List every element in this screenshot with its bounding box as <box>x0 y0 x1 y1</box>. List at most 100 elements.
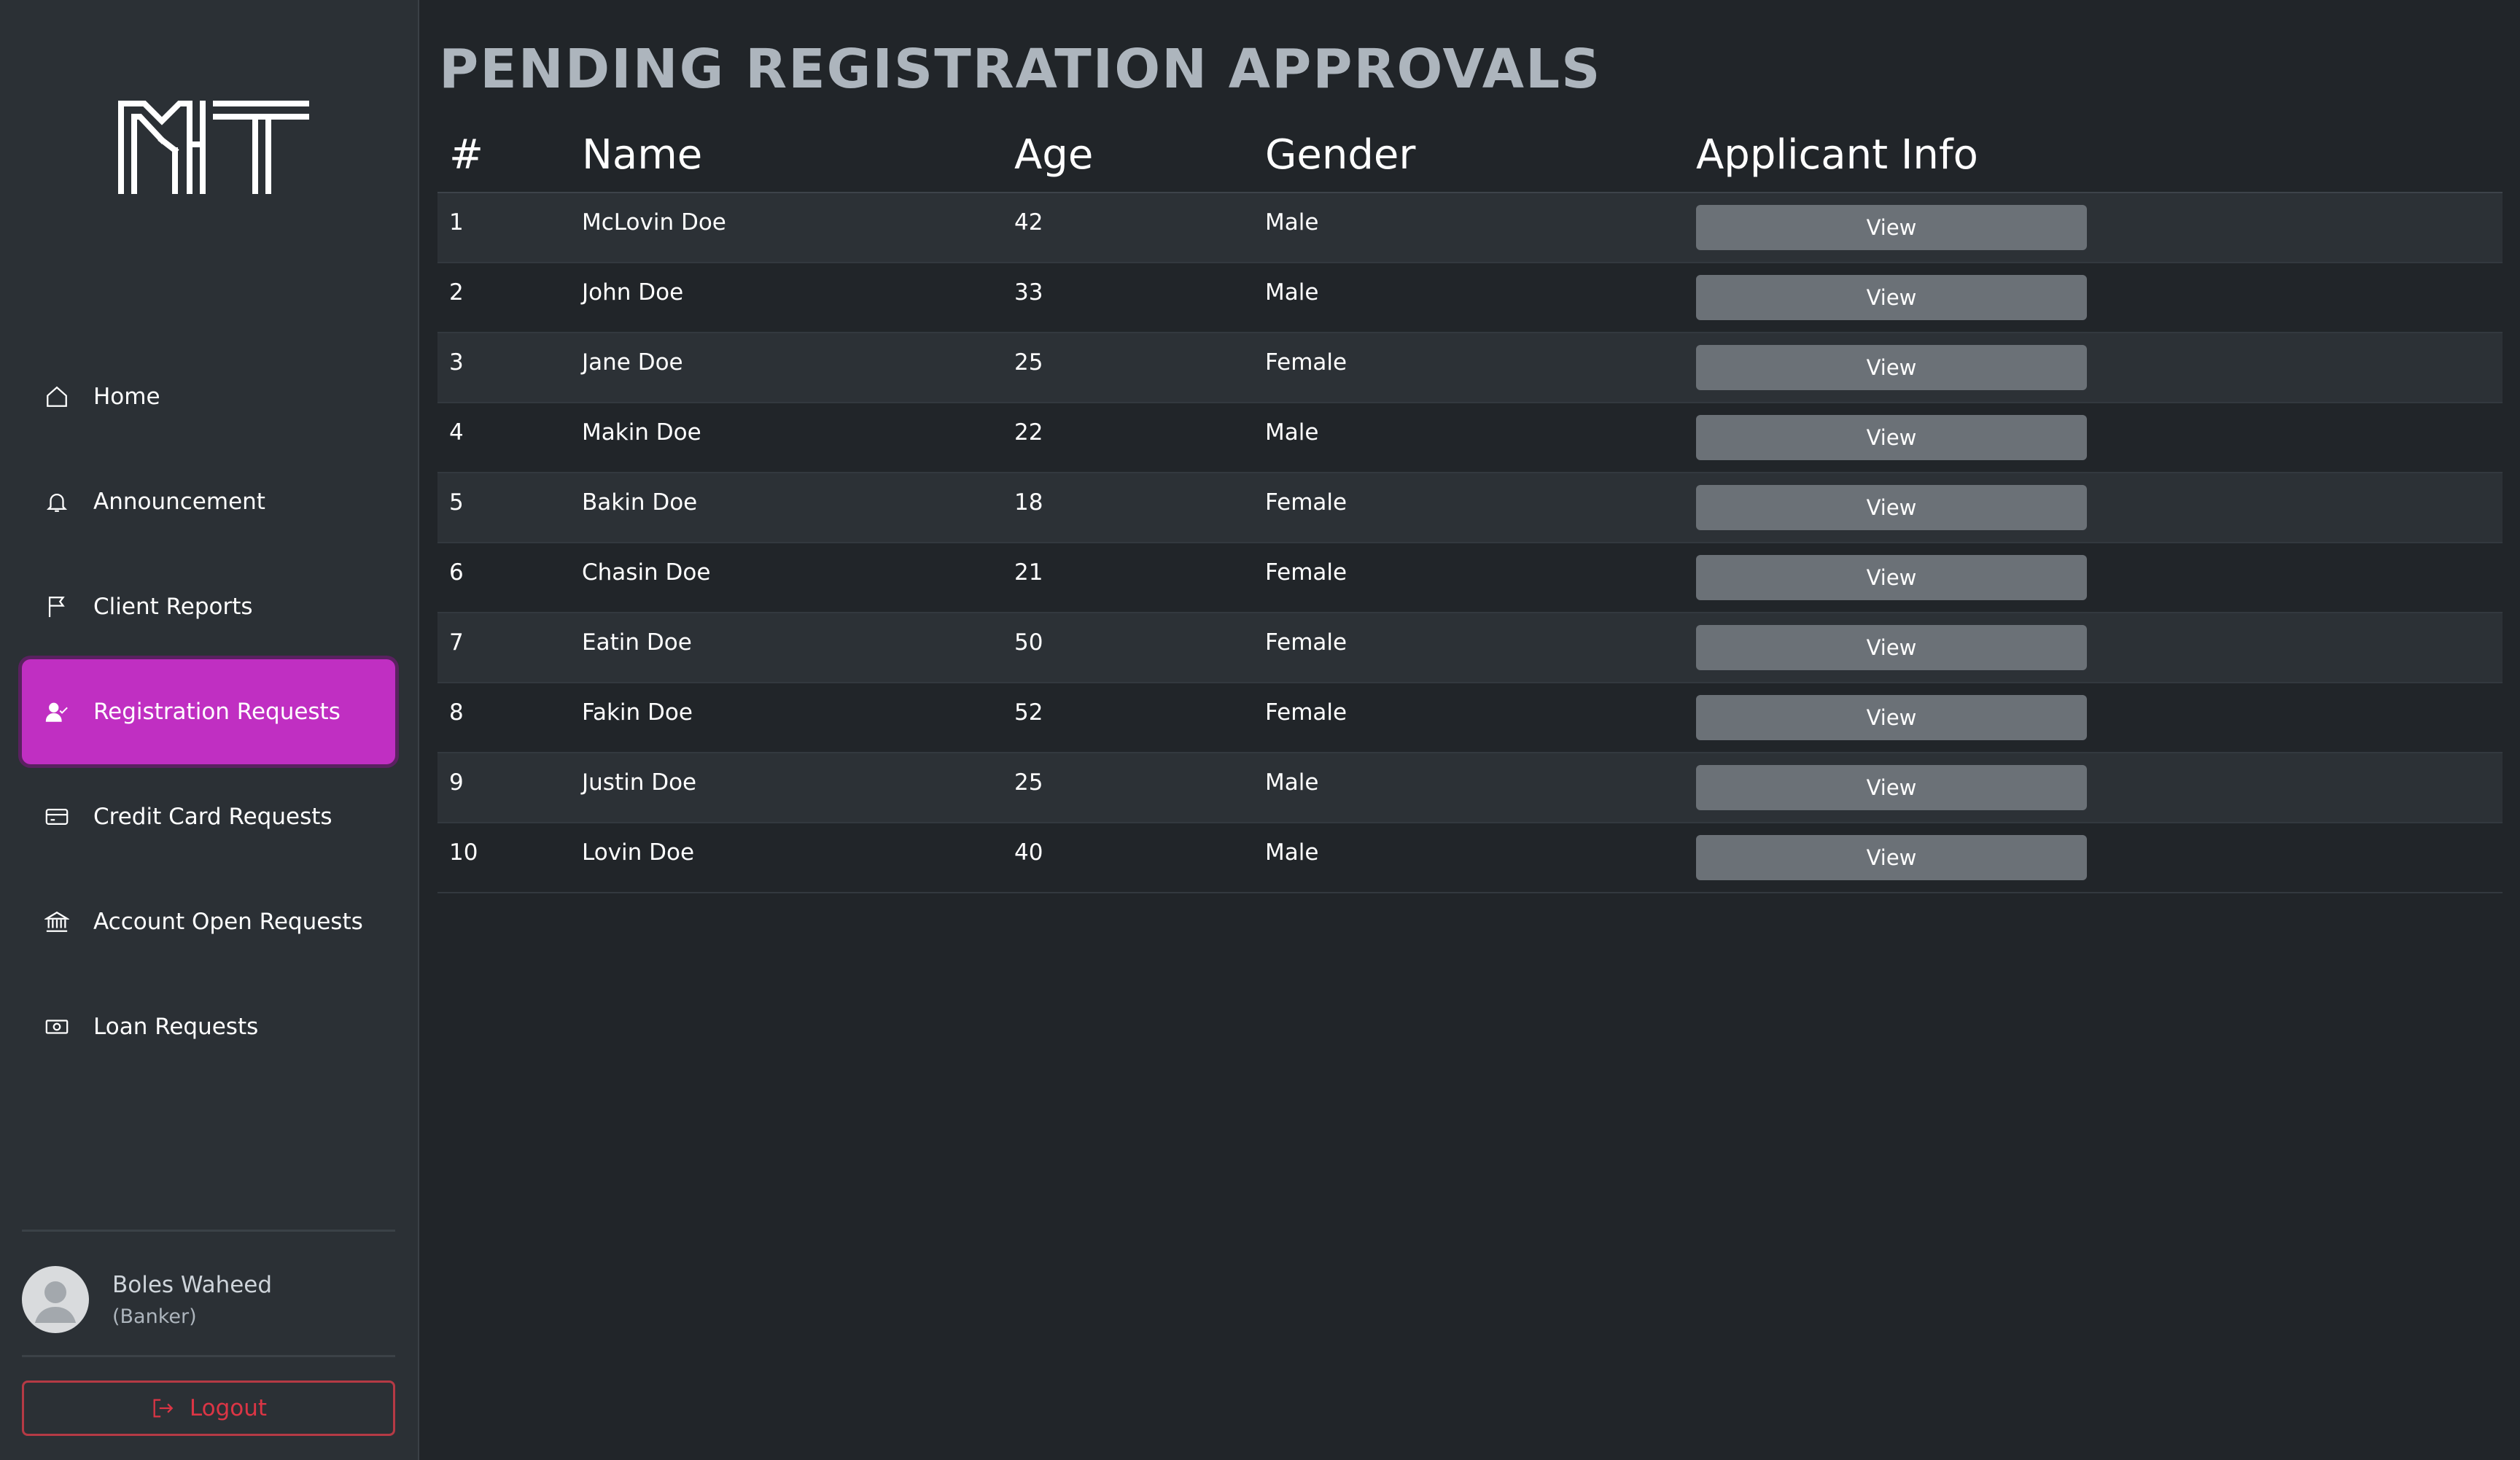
applicant-gender: Female <box>1265 543 1696 613</box>
view-applicant-button[interactable]: View <box>1696 625 2087 670</box>
home-icon <box>44 384 70 410</box>
sidebar-item-client-reports[interactable]: Client Reports <box>22 554 395 659</box>
sidebar-nav: Home Announcement Client Reports Registr… <box>22 344 395 1079</box>
applicant-gender: Female <box>1265 683 1696 753</box>
applicant-name: John Doe <box>582 263 1014 333</box>
sidebar-item-label: Loan Requests <box>93 1014 259 1040</box>
row-index: 7 <box>438 613 582 683</box>
bank-icon <box>44 909 70 935</box>
sidebar-item-label: Announcement <box>93 489 265 515</box>
applicant-gender: Female <box>1265 473 1696 543</box>
row-index: 9 <box>438 753 582 823</box>
view-applicant-button[interactable]: View <box>1696 205 2087 250</box>
cash-icon <box>44 1014 70 1040</box>
sidebar-item-credit-card-requests[interactable]: Credit Card Requests <box>22 764 395 869</box>
logout-icon <box>153 1399 174 1418</box>
applicant-gender: Male <box>1265 193 1696 263</box>
avatar <box>22 1266 89 1333</box>
view-applicant-button[interactable]: View <box>1696 485 2087 530</box>
sidebar-item-label: Registration Requests <box>93 699 341 725</box>
table-row: 3 Jane Doe 25 Female View <box>438 333 2502 403</box>
applicant-gender: Male <box>1265 753 1696 823</box>
view-applicant-button[interactable]: View <box>1696 275 2087 320</box>
applicant-age: 25 <box>1014 333 1265 403</box>
column-header-age: Age <box>1014 118 1265 193</box>
applicant-gender: Male <box>1265 263 1696 333</box>
table-row: 5 Bakin Doe 18 Female View <box>438 473 2502 543</box>
applicant-age: 18 <box>1014 473 1265 543</box>
sidebar-item-label: Credit Card Requests <box>93 804 332 830</box>
view-applicant-button[interactable]: View <box>1696 555 2087 600</box>
applicant-gender: Male <box>1265 823 1696 893</box>
applicant-age: 50 <box>1014 613 1265 683</box>
applicant-age: 22 <box>1014 403 1265 473</box>
applicant-name: Chasin Doe <box>582 543 1014 613</box>
logout-button[interactable]: Logout <box>22 1381 395 1436</box>
row-index: 4 <box>438 403 582 473</box>
applicant-gender: Male <box>1265 403 1696 473</box>
sidebar-item-loan-requests[interactable]: Loan Requests <box>22 974 395 1079</box>
registrations-table: # Name Age Gender Applicant Info 1 McLov… <box>438 118 2502 893</box>
applicant-name: Lovin Doe <box>582 823 1014 893</box>
applicant-name: Makin Doe <box>582 403 1014 473</box>
sidebar-item-registration-requests[interactable]: Registration Requests <box>22 659 395 764</box>
applicant-name: Justin Doe <box>582 753 1014 823</box>
user-check-icon <box>44 699 70 725</box>
view-applicant-button[interactable]: View <box>1696 415 2087 460</box>
view-applicant-button[interactable]: View <box>1696 765 2087 810</box>
sidebar-item-label: Home <box>93 384 160 410</box>
table-row: 8 Fakin Doe 52 Female View <box>438 683 2502 753</box>
sidebar-item-announcement[interactable]: Announcement <box>22 449 395 554</box>
logout-label: Logout <box>189 1395 268 1421</box>
flag-icon <box>44 594 70 620</box>
credit-card-icon <box>44 804 70 830</box>
applicant-age: 40 <box>1014 823 1265 893</box>
applicant-name: Jane Doe <box>582 333 1014 403</box>
applicant-name: McLovin Doe <box>582 193 1014 263</box>
table-row: 10 Lovin Doe 40 Male View <box>438 823 2502 893</box>
main-content: PENDING REGISTRATION APPROVALS # Name Ag… <box>421 0 2520 1460</box>
column-header-index: # <box>438 118 582 193</box>
applicant-gender: Female <box>1265 333 1696 403</box>
table-row: 1 McLovin Doe 42 Male View <box>438 193 2502 263</box>
row-index: 6 <box>438 543 582 613</box>
user-role: (Banker) <box>112 1305 197 1328</box>
table-row: 4 Makin Doe 22 Male View <box>438 403 2502 473</box>
row-index: 2 <box>438 263 582 333</box>
applicant-age: 52 <box>1014 683 1265 753</box>
view-applicant-button[interactable]: View <box>1696 835 2087 880</box>
sidebar-divider <box>22 1230 395 1232</box>
user-profile: Boles Waheed (Banker) <box>22 1266 395 1333</box>
table-row: 6 Chasin Doe 21 Female View <box>438 543 2502 613</box>
row-index: 1 <box>438 193 582 263</box>
row-index: 5 <box>438 473 582 543</box>
sidebar-item-label: Client Reports <box>93 594 253 620</box>
table-row: 7 Eatin Doe 50 Female View <box>438 613 2502 683</box>
user-name: Boles Waheed <box>112 1271 273 1298</box>
applicant-age: 21 <box>1014 543 1265 613</box>
column-header-applicant-info: Applicant Info <box>1696 118 2502 193</box>
nt-logo <box>117 99 311 194</box>
table-row: 9 Justin Doe 25 Male View <box>438 753 2502 823</box>
row-index: 8 <box>438 683 582 753</box>
applicant-age: 33 <box>1014 263 1265 333</box>
page-title: PENDING REGISTRATION APPROVALS <box>439 38 1602 101</box>
view-applicant-button[interactable]: View <box>1696 345 2087 390</box>
view-applicant-button[interactable]: View <box>1696 695 2087 740</box>
applicant-gender: Female <box>1265 613 1696 683</box>
row-index: 3 <box>438 333 582 403</box>
sidebar-item-label: Account Open Requests <box>93 909 363 935</box>
row-index: 10 <box>438 823 582 893</box>
column-header-name: Name <box>582 118 1014 193</box>
applicant-age: 25 <box>1014 753 1265 823</box>
applicant-name: Eatin Doe <box>582 613 1014 683</box>
sidebar-item-account-open-requests[interactable]: Account Open Requests <box>22 869 395 974</box>
applicant-name: Fakin Doe <box>582 683 1014 753</box>
table-header-row: # Name Age Gender Applicant Info <box>438 118 2502 193</box>
sidebar-divider <box>22 1355 395 1357</box>
table-row: 2 John Doe 33 Male View <box>438 263 2502 333</box>
column-header-gender: Gender <box>1265 118 1696 193</box>
sidebar-item-home[interactable]: Home <box>22 344 395 449</box>
applicant-age: 42 <box>1014 193 1265 263</box>
bell-icon <box>44 489 70 515</box>
